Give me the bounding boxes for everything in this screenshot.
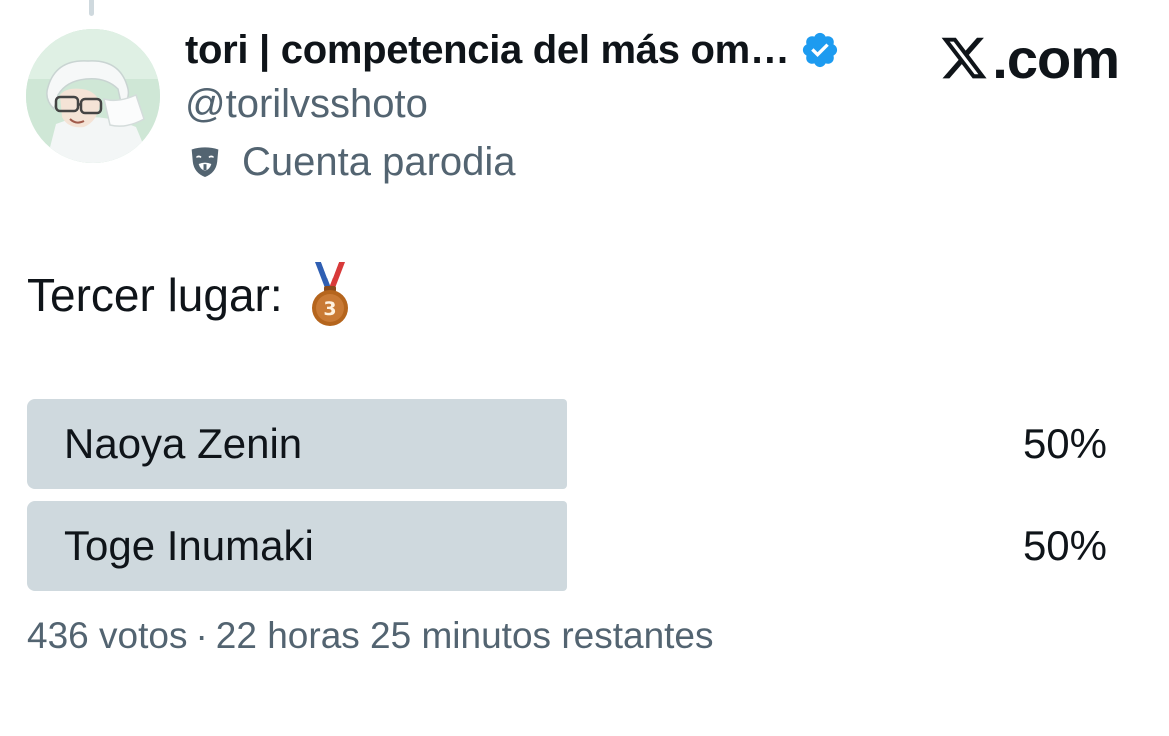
brand-domain-text: .com [992,26,1120,90]
x-com-watermark: .com [938,26,1120,90]
poll-option: Naoya Zenin 50% [27,399,1107,489]
parody-account-label: Cuenta parodia [185,136,840,188]
parody-label-text: Cuenta parodia [242,139,516,184]
poll-time-remaining: 22 horas 25 minutos restantes [215,615,714,656]
name-row: tori | competencia del más om… [185,24,840,76]
poll-option-label: Toge Inumaki [64,522,314,569]
poll-option-percent: 50% [1022,522,1107,569]
verified-badge-icon[interactable] [800,30,840,70]
poll-meta-separator: · [195,615,208,656]
author-display-name[interactable]: tori | competencia del más om… [185,28,790,73]
svg-text:3: 3 [323,298,336,320]
poll-option-label: Naoya Zenin [64,420,303,467]
theater-mask-icon [185,142,225,182]
thread-connector-line [89,0,94,16]
poll-meta: 436 votos · 22 horas 25 minutos restantes [27,615,714,657]
third-place-medal-icon: 3 [305,262,355,328]
poll: Naoya Zenin 50% Toge Inumaki 50% [27,399,1107,603]
x-logo-icon [938,33,990,83]
poll-option-percent: 50% [1022,420,1107,467]
tweet-text-content: Tercer lugar: [27,269,283,321]
poll-option: Toge Inumaki 50% [27,501,1107,591]
poll-vote-count: 436 votos [27,615,188,656]
avatar[interactable] [26,29,160,163]
avatar-image [26,29,160,163]
tweet-text: Tercer lugar: 3 [27,262,355,328]
author-handle[interactable]: @torilvsshoto [185,78,840,130]
author-info: tori | competencia del más om… @torilvss… [185,24,840,188]
